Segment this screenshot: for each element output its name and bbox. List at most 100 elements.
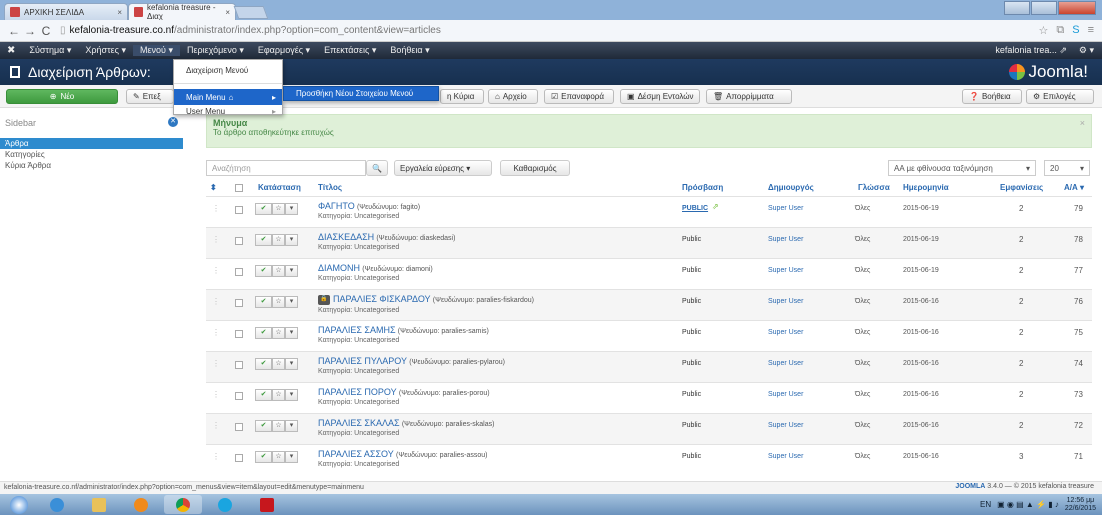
- published-toggle-icon[interactable]: ✔: [255, 234, 272, 246]
- published-toggle-icon[interactable]: ✔: [255, 327, 272, 339]
- user-gear-icon[interactable]: ⚙ ▾: [1079, 45, 1094, 56]
- language-indicator[interactable]: EN: [980, 500, 991, 509]
- nav-users[interactable]: Χρήστες ▾: [78, 45, 133, 56]
- published-toggle-icon[interactable]: ✔: [255, 451, 272, 463]
- back-icon[interactable]: ←: [6, 24, 22, 38]
- article-title-link[interactable]: ΔΙΑΣΚΕΔΑΣΗ: [318, 232, 374, 242]
- article-title-link[interactable]: ΦΑΓΗΤΟ: [318, 201, 355, 211]
- row-checkbox[interactable]: [235, 361, 243, 369]
- actions-dropdown-icon[interactable]: ▾: [285, 420, 298, 432]
- browser-tab-admin[interactable]: kefalonia treasure - Διαχ ×: [128, 3, 236, 21]
- published-toggle-icon[interactable]: ✔: [255, 389, 272, 401]
- lock-icon[interactable]: 🔒: [318, 294, 330, 305]
- row-checkbox[interactable]: [235, 268, 243, 276]
- limit-select[interactable]: 20 ▾: [1044, 160, 1090, 176]
- featured-star-icon[interactable]: ☆: [272, 234, 285, 246]
- browser-tab-home[interactable]: ΑΡΧΙΚΗ ΣΕΛΙΔΑ ×: [4, 3, 128, 20]
- row-checkbox[interactable]: [235, 454, 243, 462]
- drag-handle-icon[interactable]: ⋮: [212, 390, 220, 399]
- order-column-header[interactable]: ⬍: [210, 183, 217, 192]
- search-input[interactable]: Αναζήτηση: [206, 160, 366, 176]
- new-tab-button[interactable]: [233, 6, 269, 19]
- sidebar-item-categories[interactable]: Κατηγορίες: [0, 149, 183, 160]
- access-level[interactable]: PUBLIC: [682, 205, 708, 212]
- explorer-taskbar-icon[interactable]: [80, 495, 118, 514]
- author-link[interactable]: Super User: [768, 329, 803, 336]
- menu-item-manage-menus[interactable]: Διαχείριση Μενού: [174, 62, 282, 78]
- select-all-checkbox[interactable]: [235, 184, 243, 192]
- drag-handle-icon[interactable]: ⋮: [212, 297, 220, 306]
- joomla-x-icon[interactable]: ✖: [0, 45, 22, 56]
- star-icon[interactable]: ☆: [1039, 24, 1049, 37]
- forward-icon[interactable]: →: [22, 24, 38, 38]
- submenu-add-new-menu-item[interactable]: Προσθήκη Νέου Στοιχείου Μενού: [283, 86, 439, 101]
- site-link[interactable]: kefalonia trea... ⇗: [995, 45, 1067, 56]
- batch-button[interactable]: ▣ Δέσμη Εντολών: [620, 89, 700, 104]
- featured-star-icon[interactable]: ☆: [272, 265, 285, 277]
- nav-help[interactable]: Βοήθεια ▾: [383, 45, 436, 56]
- tray-icons[interactable]: ▣ ◉ ▤ ▲ ⚡ ▮ ♪: [997, 500, 1059, 509]
- author-link[interactable]: Super User: [768, 205, 803, 212]
- sort-select[interactable]: ΑΑ με φθίνουσα ταξινόμηση ▾: [888, 160, 1036, 176]
- featured-star-icon[interactable]: ☆: [272, 327, 285, 339]
- close-window-button[interactable]: [1058, 1, 1096, 15]
- nav-system[interactable]: Σύστημα ▾: [22, 45, 78, 56]
- new-button[interactable]: ⊕ Νέο: [6, 89, 118, 104]
- message-close-icon[interactable]: ×: [1080, 118, 1085, 128]
- clock[interactable]: 12:56 μμ 22/6/2015: [1065, 497, 1096, 513]
- published-toggle-icon[interactable]: ✔: [255, 203, 272, 215]
- media-player-taskbar-icon[interactable]: [122, 495, 160, 514]
- article-title-link[interactable]: ΠΑΡΑΛΙΕΣ ΦΙΣΚΑΡΔΟΥ: [333, 294, 431, 304]
- actions-dropdown-icon[interactable]: ▾: [285, 327, 298, 339]
- joomla-brand[interactable]: JOOMLA: [955, 483, 985, 490]
- featured-star-icon[interactable]: ☆: [272, 420, 285, 432]
- drag-handle-icon[interactable]: ⋮: [212, 204, 220, 213]
- drag-handle-icon[interactable]: ⋮: [212, 328, 220, 337]
- author-link[interactable]: Super User: [768, 267, 803, 274]
- sidebar-item-featured[interactable]: Κύρια Άρθρα: [0, 160, 183, 171]
- featured-star-icon[interactable]: ☆: [272, 389, 285, 401]
- row-checkbox[interactable]: [235, 423, 243, 431]
- published-toggle-icon[interactable]: ✔: [255, 265, 272, 277]
- menu-icon[interactable]: ≡: [1088, 24, 1094, 37]
- minimize-button[interactable]: [1004, 1, 1030, 15]
- hits-column-header[interactable]: Εμφανίσεις: [1000, 183, 1043, 192]
- help-button[interactable]: ❓ Βοήθεια: [962, 89, 1022, 104]
- sidebar-toggle-icon[interactable]: ✕: [168, 117, 178, 127]
- search-tools-button[interactable]: Εργαλεία εύρεσης ▾: [394, 160, 492, 176]
- article-title-link[interactable]: ΠΑΡΑΛΙΕΣ ΑΣΣΟΥ: [318, 449, 394, 459]
- row-checkbox[interactable]: [235, 206, 243, 214]
- row-checkbox[interactable]: [235, 237, 243, 245]
- author-link[interactable]: Super User: [768, 298, 803, 305]
- tab-close-icon[interactable]: ×: [117, 8, 122, 17]
- drag-handle-icon[interactable]: ⋮: [212, 359, 220, 368]
- menu-item-user-menu[interactable]: User Menu ▸: [174, 105, 282, 117]
- drag-handle-icon[interactable]: ⋮: [212, 235, 220, 244]
- article-title-link[interactable]: ΔΙΑΜΟΝΗ: [318, 263, 360, 273]
- featured-button[interactable]: η Κύρια: [440, 89, 484, 104]
- article-title-link[interactable]: ΠΑΡΑΛΙΕΣ ΣΚΑΛΑΣ: [318, 418, 400, 428]
- article-title-link[interactable]: ΠΑΡΑΛΙΕΣ ΠΟΡΟΥ: [318, 387, 397, 397]
- actions-dropdown-icon[interactable]: ▾: [285, 234, 298, 246]
- nav-content[interactable]: Περιεχόμενο ▾: [180, 45, 251, 56]
- row-checkbox[interactable]: [235, 330, 243, 338]
- featured-star-icon[interactable]: ☆: [272, 451, 285, 463]
- status-column-header[interactable]: Κατάσταση: [258, 183, 301, 192]
- acrobat-taskbar-icon[interactable]: [248, 495, 286, 514]
- nav-components[interactable]: Εφαρμογές ▾: [251, 45, 317, 56]
- featured-star-icon[interactable]: ☆: [272, 296, 285, 308]
- language-column-header[interactable]: Γλώσσα: [858, 183, 890, 192]
- actions-dropdown-icon[interactable]: ▾: [285, 265, 298, 277]
- author-link[interactable]: Super User: [768, 422, 803, 429]
- checkin-button[interactable]: ☑ Επαναφορά: [544, 89, 614, 104]
- url-input[interactable]: ▯ kefalonia-treasure.co.nf/administrator…: [60, 23, 1039, 39]
- actions-dropdown-icon[interactable]: ▾: [285, 389, 298, 401]
- chrome-taskbar-icon[interactable]: [164, 495, 202, 514]
- published-toggle-icon[interactable]: ✔: [255, 296, 272, 308]
- search-button[interactable]: 🔍: [366, 160, 388, 176]
- title-column-header[interactable]: Τίτλος: [318, 183, 342, 192]
- skype-icon[interactable]: S: [1072, 24, 1079, 37]
- drag-handle-icon[interactable]: ⋮: [212, 421, 220, 430]
- id-column-header[interactable]: Α/Α ▾: [1064, 183, 1084, 192]
- skype-taskbar-icon[interactable]: [206, 495, 244, 514]
